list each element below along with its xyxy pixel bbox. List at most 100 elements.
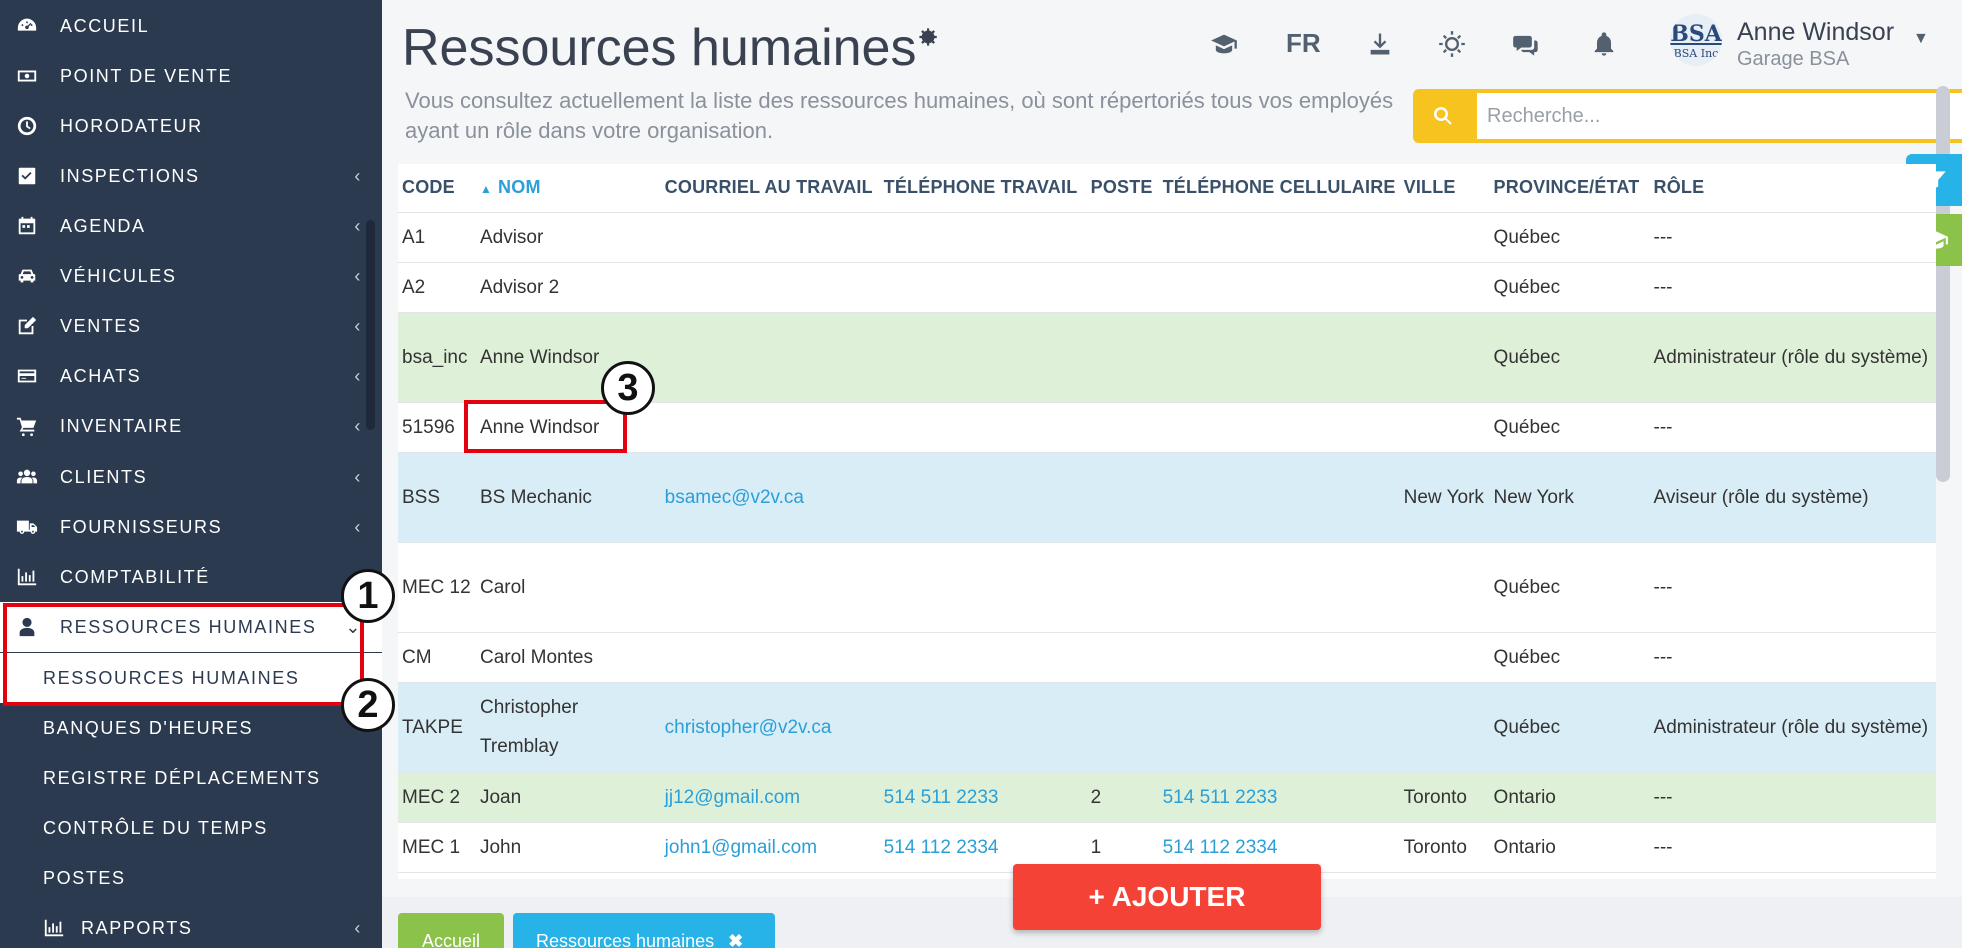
chat-icon[interactable] bbox=[1508, 26, 1544, 62]
table-row[interactable]: TAKPE Christopher Tremblay christopher@v2v… bbox=[398, 682, 1936, 773]
column-header[interactable]: VILLE bbox=[1399, 164, 1490, 213]
cell-link[interactable]: bsamec@v2v.ca bbox=[665, 487, 804, 508]
cell-ville bbox=[1399, 632, 1490, 683]
cell-poste: 2 bbox=[1086, 772, 1159, 823]
page-subtitle: Vous consultez actuellement la liste des… bbox=[405, 88, 1394, 143]
sidebar-subitem-label: CONTRÔLE DU TEMPS bbox=[43, 817, 268, 838]
sidebar-subitem-postes[interactable]: POSTES bbox=[0, 853, 382, 903]
cell-tel_travail bbox=[879, 452, 1087, 543]
tab-home[interactable]: Accueil bbox=[398, 913, 504, 948]
bell-icon[interactable] bbox=[1586, 26, 1622, 62]
gear-icon[interactable] bbox=[914, 24, 940, 50]
brightness-icon[interactable] bbox=[1434, 26, 1470, 62]
column-header-label: PROVINCE/ÉTAT bbox=[1493, 177, 1640, 198]
cell-poste bbox=[1086, 312, 1159, 403]
sidebar-subitem-banques-d-heures[interactable]: BANQUES D'HEURES bbox=[0, 703, 382, 753]
column-header[interactable]: CODE bbox=[398, 164, 476, 213]
chevron-icon: ‹ bbox=[354, 265, 362, 286]
cell-courriel: bsamec@v2v.ca bbox=[660, 452, 880, 543]
search-bar bbox=[1413, 89, 1962, 143]
page-title: Ressources humaines bbox=[402, 19, 917, 77]
sidebar-item-ventes[interactable]: VENTES ‹ bbox=[0, 301, 382, 351]
cell-role: Administrateur (rôle du système) bbox=[1649, 312, 1936, 403]
sidebar-item-accueil[interactable]: ACCUEIL bbox=[0, 1, 382, 51]
table-row[interactable]: MEC 2 Joan jj12@gmail.com 514 511 2233 2 514 … bbox=[398, 772, 1936, 823]
avatar-logo-subtext: BSA Inc bbox=[1673, 46, 1719, 60]
sidebar-scrollbar[interactable] bbox=[366, 220, 375, 430]
cell-province: Québec bbox=[1489, 212, 1650, 263]
cell-courriel bbox=[660, 542, 880, 633]
sidebar-item-achats[interactable]: ACHATS ‹ bbox=[0, 351, 382, 401]
checkbox-icon bbox=[18, 167, 36, 185]
car-icon bbox=[18, 269, 36, 283]
cell-code: A1 bbox=[398, 212, 476, 263]
column-header[interactable]: RÔLE bbox=[1649, 164, 1936, 213]
cell-link[interactable]: christopher@v2v.ca bbox=[665, 717, 832, 738]
sidebar-subitem-rapports[interactable]: RAPPORTS ‹ bbox=[0, 903, 382, 948]
sidebar-item-point-de-vente[interactable]: POINT DE VENTE bbox=[0, 51, 382, 101]
column-header[interactable]: POSTE bbox=[1086, 164, 1159, 213]
cell-province: Ontario bbox=[1489, 822, 1650, 873]
chevron-icon: ‹ bbox=[354, 365, 362, 386]
cell-courriel bbox=[660, 262, 880, 313]
column-header[interactable]: ▲ NOM bbox=[475, 164, 661, 213]
cell-province: Québec bbox=[1489, 402, 1650, 453]
column-header[interactable]: COURRIEL AU TRAVAIL bbox=[660, 164, 880, 213]
sidebar-item-inspections[interactable]: INSPECTIONS ‹ bbox=[0, 151, 382, 201]
sidebar-item-label: VÉHICULES bbox=[60, 265, 177, 286]
table-row[interactable]: MEC 12 Carol Québec --- bbox=[398, 542, 1936, 633]
cell-link[interactable]: john1@gmail.com bbox=[665, 837, 817, 858]
column-header[interactable]: TÉLÉPHONE TRAVAIL bbox=[879, 164, 1087, 213]
search-icon[interactable] bbox=[1413, 89, 1473, 143]
sidebar-item-comptabilité[interactable]: COMPTABILITÉ bbox=[0, 552, 382, 602]
table-row[interactable]: A1 Advisor Québec --- bbox=[398, 212, 1936, 263]
dashboard-icon bbox=[17, 18, 37, 31]
cell-link[interactable]: 514 112 2334 bbox=[1163, 837, 1278, 858]
sidebar-item-clients[interactable]: CLIENTS ‹ bbox=[0, 452, 382, 502]
cell-role: --- bbox=[1649, 212, 1936, 263]
cell-poste bbox=[1086, 542, 1159, 633]
cell-link[interactable]: 514 511 2233 bbox=[884, 787, 999, 808]
table-row[interactable]: CM Carol Montes Québec --- bbox=[398, 632, 1936, 683]
graduation-cap-icon[interactable] bbox=[1206, 26, 1242, 62]
cell-poste bbox=[1086, 262, 1159, 313]
table-row[interactable]: A2 Advisor 2 Québec --- bbox=[398, 262, 1936, 313]
hr-table: CODE ▲ NOM COURRIEL AU TRAVAIL TÉLÉPHONE TRA… bbox=[398, 164, 1936, 879]
tab-current[interactable]: Ressources humaines ✖ bbox=[513, 913, 775, 948]
avatar-logo-text: BSA bbox=[1670, 20, 1722, 47]
cell-link[interactable]: 514 112 2334 bbox=[884, 837, 999, 858]
column-header[interactable]: TÉLÉPHONE CELLULAIRE bbox=[1158, 164, 1400, 213]
search-input[interactable] bbox=[1477, 93, 1962, 139]
sidebar-subitem-contrôle-du-temps[interactable]: CONTRÔLE DU TEMPS bbox=[0, 803, 382, 853]
cart-icon bbox=[16, 417, 37, 437]
car-icon-wrap bbox=[14, 265, 40, 287]
add-button[interactable]: + AJOUTER bbox=[1013, 864, 1321, 930]
sidebar-item-fournisseurs[interactable]: FOURNISSEURS ‹ bbox=[0, 502, 382, 552]
sidebar-subitem-registre-déplacements[interactable]: REGISTRE DÉPLACEMENTS bbox=[0, 753, 382, 803]
avatar[interactable]: BSA BSA Inc bbox=[1670, 14, 1722, 66]
column-header[interactable]: PROVINCE/ÉTAT bbox=[1489, 164, 1650, 213]
sidebar-item-label: VENTES bbox=[60, 315, 142, 336]
sidebar-item-agenda[interactable]: AGENDA ‹ bbox=[0, 201, 382, 251]
tab-home-label: Accueil bbox=[421, 931, 481, 948]
cell-ville bbox=[1399, 402, 1490, 453]
sidebar-item-horodateur[interactable]: HORODATEUR bbox=[0, 101, 382, 151]
sidebar-item-label: HORODATEUR bbox=[60, 115, 203, 136]
sidebar-item-véhicules[interactable]: VÉHICULES ‹ bbox=[0, 251, 382, 301]
close-icon[interactable]: ✖ bbox=[728, 931, 743, 948]
download-icon[interactable] bbox=[1362, 26, 1398, 62]
cell-cellulaire bbox=[1158, 682, 1400, 773]
cell-link[interactable]: 514 511 2233 bbox=[1163, 787, 1278, 808]
chevron-icon: ‹ bbox=[354, 165, 362, 186]
cell-ville bbox=[1399, 542, 1490, 633]
cell-poste bbox=[1086, 682, 1159, 773]
cell-cellulaire bbox=[1158, 402, 1400, 453]
sidebar-item-inventaire[interactable]: INVENTAIRE ‹ bbox=[0, 401, 382, 451]
cell-cellulaire bbox=[1158, 452, 1400, 543]
user-name[interactable]: Anne Windsor bbox=[1737, 18, 1894, 47]
page-scrollbar[interactable] bbox=[1936, 86, 1950, 482]
table-row[interactable]: BSS BS Mechanic bsamec@v2v.ca New York New Y… bbox=[398, 452, 1936, 543]
cell-link[interactable]: jj12@gmail.com bbox=[665, 787, 800, 808]
language-selector[interactable]: FR bbox=[1286, 28, 1321, 59]
user-menu-caret-icon[interactable]: ▼ bbox=[1913, 30, 1929, 48]
